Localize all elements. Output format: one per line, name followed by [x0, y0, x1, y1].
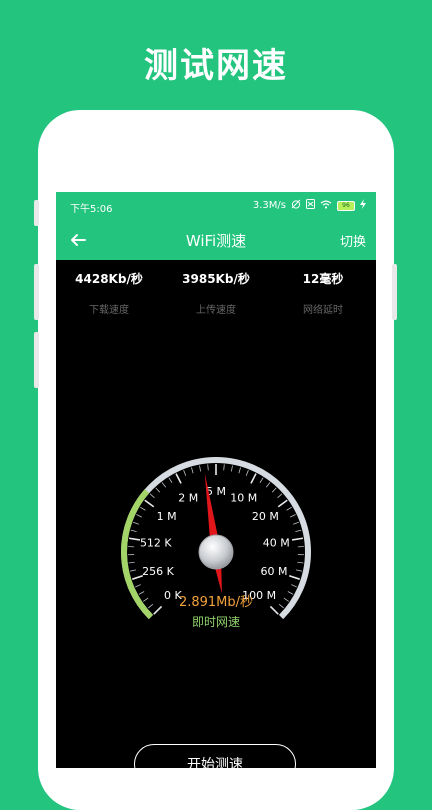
gauge-minor-tick: [260, 478, 263, 483]
phone-side-button: [34, 264, 39, 320]
upload-speed-label: 上传速度: [163, 301, 269, 316]
gauge-minor-tick: [239, 467, 241, 473]
gauge-major-tick: [270, 606, 278, 614]
gauge-minor-tick: [156, 488, 160, 492]
latency-value: 12毫秒: [270, 270, 376, 287]
phone-side-button: [34, 200, 39, 226]
upload-speed-value: 3985Kb/秒: [163, 270, 269, 287]
gauge-tick-label: 256 K: [142, 565, 174, 578]
download-speed-value: 4428Kb/秒: [56, 270, 162, 287]
gauge-tick-label: 2 M: [178, 492, 198, 505]
alarm-off-icon: [291, 199, 301, 212]
switch-button[interactable]: 切换: [340, 231, 366, 250]
gauge-minor-tick: [191, 467, 193, 473]
page-title: WiFi测速: [56, 230, 376, 251]
phone-side-button: [34, 332, 39, 388]
gauge-tick-label: 60 M: [261, 565, 288, 578]
status-time: 下午5:06: [70, 200, 112, 215]
charging-icon: [360, 199, 366, 212]
sim-off-icon: [306, 199, 315, 212]
gauge-minor-tick: [136, 515, 141, 518]
download-speed-label: 下载速度: [56, 301, 162, 316]
gauge-minor-tick: [231, 466, 232, 472]
gauge-major-tick: [129, 538, 140, 540]
phone-side-button: [392, 264, 397, 320]
app-bar: WiFi测速 切换: [56, 220, 376, 260]
gauge-tick-label: 1 M: [157, 510, 177, 523]
gauge-minor-tick: [133, 522, 139, 524]
gauge-tick-label: 512 K: [140, 537, 172, 550]
gauge-minor-tick: [200, 466, 201, 472]
gauge-major-tick: [289, 576, 299, 579]
gauge-minor-tick: [297, 562, 303, 563]
gauge-minor-tick: [296, 570, 302, 571]
gauge-minor-tick: [224, 464, 225, 470]
phone-screen: 下午5:06 3.3M/s 96 WiFi测速 切换: [56, 192, 376, 768]
gauge-major-tick: [278, 500, 287, 506]
gauge-minor-tick: [184, 470, 186, 476]
gauge-major-tick: [145, 500, 154, 506]
wifi-icon: [320, 200, 332, 212]
gauge-major-tick: [154, 606, 162, 614]
upload-stat: 3985Kb/秒 上传速度: [163, 270, 269, 316]
gauge-minor-tick: [284, 598, 289, 601]
gauge-minor-tick: [143, 598, 148, 601]
speed-gauge: 0 K256 K512 K1 M2 M5 M10 M20 M40 M60 M10…: [56, 422, 376, 642]
status-bar: 下午5:06 3.3M/s 96: [56, 192, 376, 220]
gauge-minor-tick: [272, 488, 276, 492]
gauge-minor-tick: [293, 522, 299, 524]
gauge-minor-tick: [135, 585, 141, 587]
battery-icon: 96: [337, 201, 355, 211]
start-test-button[interactable]: 开始测速: [134, 744, 296, 768]
gauge-tick-label: 40 M: [263, 537, 290, 550]
gauge-minor-tick: [295, 530, 301, 531]
status-indicators: 3.3M/s 96: [253, 199, 366, 212]
gauge-major-tick: [176, 474, 181, 484]
gauge-minor-tick: [129, 562, 135, 563]
gauge-minor-tick: [130, 570, 136, 571]
gauge-minor-tick: [148, 604, 153, 608]
gauge-minor-tick: [291, 585, 297, 587]
gauge-minor-tick: [290, 515, 295, 518]
gauge-minor-tick: [140, 507, 145, 510]
gauge-minor-tick: [131, 530, 137, 531]
gauge-minor-tick: [150, 494, 155, 498]
gauge-tick-label: 10 M: [230, 492, 257, 505]
download-stat: 4428Kb/秒 下载速度: [56, 270, 162, 316]
gauge-minor-tick: [169, 478, 172, 483]
latency-label: 网络延时: [270, 301, 376, 316]
gauge-minor-tick: [162, 482, 166, 487]
gauge-minor-tick: [208, 464, 209, 470]
promo-title: 测试网速: [0, 38, 432, 87]
gauge-minor-tick: [288, 592, 293, 595]
net-speed: 3.3M/s: [253, 200, 286, 211]
instant-speed-value: 2.891Mb/秒: [179, 595, 253, 610]
gauge-minor-tick: [287, 507, 292, 510]
gauge-major-tick: [251, 474, 256, 484]
gauge-minor-tick: [279, 604, 284, 608]
gauge-hub: [199, 535, 233, 569]
gauge-minor-tick: [278, 494, 283, 498]
instant-speed-label: 即时网速: [192, 615, 240, 629]
gauge-minor-tick: [139, 592, 144, 595]
gauge-major-tick: [292, 538, 303, 540]
gauge-tick-label: 20 M: [252, 510, 279, 523]
gauge-minor-tick: [246, 470, 248, 476]
gauge-minor-tick: [266, 482, 270, 487]
latency-stat: 12毫秒 网络延时: [270, 270, 376, 316]
